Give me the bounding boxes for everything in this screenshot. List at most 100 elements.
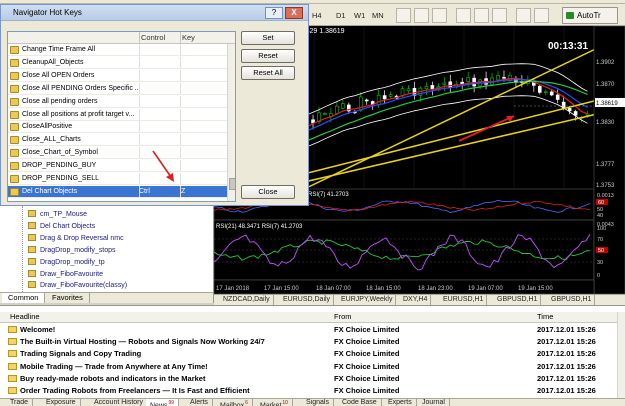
help-icon[interactable]: ?: [265, 7, 283, 19]
cell-divider: [139, 95, 140, 107]
news-headline: Order Trading Robots from Freelancers — …: [20, 386, 250, 395]
timeframe-mn[interactable]: MN: [370, 9, 386, 22]
indicator2-label: RSI(21) 48.3471 RSI(7) 41.2703: [216, 224, 303, 230]
trendline-mid[interactable]: [297, 41, 611, 193]
column-headline[interactable]: Headline: [10, 312, 40, 322]
news-row[interactable]: Mobile Trading — Trade from Anywhere at …: [0, 361, 617, 372]
chart-tab-2[interactable]: EURJPY,Weekly: [338, 295, 397, 305]
red-arrow-chart: [458, 115, 515, 142]
chart-tab-5[interactable]: GBPUSD,H1: [494, 295, 542, 305]
hotkey-name: CleanupAll_Objects: [22, 58, 84, 66]
navigator-item[interactable]: Del Chart Objects: [28, 222, 95, 232]
hotkey-row[interactable]: Close all pending orders: [8, 95, 227, 108]
navigator-item[interactable]: Draw_FiboFavourite(classy): [28, 281, 127, 291]
terminal-tab-account-history[interactable]: Account History: [90, 399, 149, 406]
terminal-tab-experts[interactable]: Experts: [384, 399, 417, 406]
hotkey-row[interactable]: DROP_PENDING_BUY: [8, 160, 227, 173]
hotkey-name: CloseAllPositive: [22, 123, 73, 131]
autoscroll-icon[interactable]: [534, 8, 549, 23]
candlestick-icon[interactable]: [414, 8, 429, 23]
column-divider: [139, 32, 140, 44]
script-icon: [10, 149, 19, 158]
dialog-titlebar[interactable]: Navigator Hot Keys ? X: [1, 5, 308, 21]
tile-windows-icon[interactable]: [492, 8, 507, 23]
terminal-tab-news[interactable]: News99: [146, 399, 180, 406]
hotkey-row[interactable]: Close all positions at profit target v..…: [8, 108, 227, 121]
news-row[interactable]: Trading Signals and Copy Trading FX Choic…: [0, 348, 617, 359]
terminal-tab-alerts[interactable]: Alerts: [186, 399, 213, 406]
hotkey-row[interactable]: CloseAllPositive: [8, 121, 227, 134]
hotkey-row[interactable]: CleanupAll_Objects: [8, 56, 227, 69]
navigator-panel: cm_TP_Mouse Del Chart Objects Drag & Dro…: [0, 206, 214, 303]
close-icon[interactable]: X: [285, 7, 303, 19]
column-header-control[interactable]: Control: [141, 33, 165, 42]
terminal-tab-code-base[interactable]: Code Base: [338, 399, 382, 406]
list-scrollbar[interactable]: [227, 44, 235, 201]
terminal-tab-market[interactable]: Market10: [256, 399, 293, 406]
autotrading-button[interactable]: AutoTr: [562, 7, 618, 24]
reset-button[interactable]: Reset: [241, 49, 295, 63]
terminal-tab-signals[interactable]: Signals: [302, 399, 334, 406]
news-row[interactable]: The Built-in Virtual Hosting — Robots an…: [0, 336, 617, 347]
terminal-tab-label: News: [150, 402, 168, 406]
news-row[interactable]: Order Trading Robots from Freelancers — …: [0, 385, 617, 396]
hotkey-name: Close all pending orders: [22, 97, 98, 105]
terminal-tab-journal[interactable]: Journal: [418, 399, 450, 406]
terminal-tab-trade[interactable]: Trade: [6, 399, 34, 406]
news-row[interactable]: Welcome! FX Choice Limited 2017.12.01 15:2…: [0, 324, 617, 335]
candle-body: [573, 111, 578, 116]
hotkey-row[interactable]: Close_ALL_Charts: [8, 134, 227, 147]
bar-chart-icon[interactable]: [396, 8, 411, 23]
script-icon: [28, 258, 36, 265]
navigator-item[interactable]: cm_TP_Mouse: [28, 210, 87, 220]
timeframe-w1[interactable]: W1: [352, 9, 367, 22]
navigator-item[interactable]: Drag & Drop Reversal nmc: [28, 234, 124, 244]
news-time: 2017.12.01 15:26: [537, 361, 596, 371]
indicator1-tick-3: 40: [597, 213, 603, 219]
hotkey-row[interactable]: Close_Chart_of_Symbol: [8, 147, 227, 160]
column-time[interactable]: Time: [537, 312, 553, 322]
column-from[interactable]: From: [334, 312, 352, 322]
close-button[interactable]: Close: [241, 185, 295, 199]
hotkey-row[interactable]: Close All OPEN Orders: [8, 69, 227, 82]
tab-favorites[interactable]: Favorites: [46, 293, 90, 303]
terminal-tab-mailbox[interactable]: Mailbox6: [216, 399, 253, 406]
hotkey-row[interactable]: DROP_PENDING_SELL: [8, 173, 227, 185]
navigator-item[interactable]: Draw_FiboFavourite: [28, 270, 103, 280]
line-chart-icon[interactable]: [432, 8, 447, 23]
chart-shift-icon[interactable]: [516, 8, 531, 23]
terminal-scrollbar[interactable]: [617, 312, 625, 398]
timeframe-d1[interactable]: D1: [334, 9, 348, 22]
news-time: 2017.12.01 15:26: [537, 386, 596, 395]
zoom-out-icon[interactable]: [474, 8, 489, 23]
cell-divider: [139, 69, 140, 81]
envelope-icon: [8, 350, 17, 358]
envelope-icon: [8, 338, 17, 346]
tab-common[interactable]: Common: [2, 293, 46, 303]
cell-divider: [139, 160, 140, 172]
scrollbar-thumb[interactable]: [229, 178, 235, 190]
zoom-in-icon[interactable]: [456, 8, 471, 23]
price-tick-3: 1.3830: [596, 120, 615, 126]
navigator-item[interactable]: DragDrop_modify_stops: [28, 246, 115, 256]
hotkey-name: Del Chart Objects: [22, 187, 78, 195]
reset-all-button[interactable]: Reset All: [241, 66, 295, 80]
hotkey-row[interactable]: Close All PENDING Orders Specific ...: [8, 82, 227, 95]
timeframe-h4[interactable]: H4: [310, 9, 324, 22]
chart-tab-4[interactable]: EURUSD,H1: [440, 295, 488, 305]
navigator-item[interactable]: DragDrop_modify_tp: [28, 258, 105, 268]
time-label-5: 19 Jan 07:00: [468, 286, 503, 292]
chart-tab-3[interactable]: DXY,H4: [400, 295, 432, 305]
hotkeys-list: Control Key Change Time Frame All Cleanup…: [7, 31, 236, 202]
set-button[interactable]: Set: [241, 31, 295, 45]
chart-tab-0[interactable]: NZDCAD,Daily: [220, 295, 274, 305]
candle-body: [496, 75, 500, 81]
chart-tab-1[interactable]: EURUSD,Daily: [280, 295, 335, 305]
hotkey-row[interactable]: Del Chart Objects Ctrl Z: [8, 185, 227, 198]
news-row[interactable]: Buy ready-made robots and indicators in …: [0, 373, 617, 384]
column-header-key[interactable]: Key: [182, 33, 195, 42]
hotkey-row[interactable]: Change Time Frame All: [8, 44, 227, 56]
chart-tab-6[interactable]: GBPUSD,H1: [548, 295, 596, 305]
terminal-tab-exposure[interactable]: Exposure: [42, 399, 81, 406]
indicator2-tick-2: 50: [598, 248, 604, 254]
